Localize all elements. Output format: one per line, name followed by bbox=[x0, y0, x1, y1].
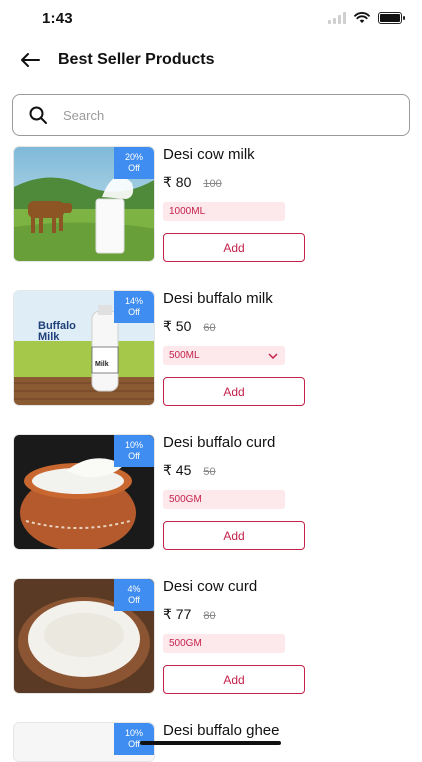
search-icon bbox=[27, 104, 49, 126]
variant-label: 1000ML bbox=[169, 206, 206, 217]
search-input[interactable] bbox=[63, 107, 383, 123]
discount-badge: 10% Off bbox=[114, 435, 154, 467]
product-card[interactable]: 20% Off Desi cow milk ₹ 80 100 1000ML Add bbox=[0, 146, 422, 266]
product-name[interactable]: Desi buffalo ghee bbox=[163, 722, 279, 739]
price-row: ₹ 50 60 bbox=[163, 318, 216, 335]
wifi-icon bbox=[354, 12, 370, 23]
price-row: ₹ 77 80 bbox=[163, 606, 216, 623]
image-caption: Buffalo Milk bbox=[38, 320, 76, 343]
battery-icon bbox=[378, 12, 405, 24]
product-image-buffalo-ghee[interactable]: 10% Off bbox=[13, 722, 155, 762]
signal-icon bbox=[328, 12, 346, 24]
variant-selector[interactable]: 500ML bbox=[163, 346, 285, 365]
original-price: 100 bbox=[203, 178, 222, 190]
product-card[interactable]: 10% Off Desi buffalo ghee bbox=[0, 722, 422, 762]
variant-selector[interactable]: 500GM bbox=[163, 634, 285, 653]
add-button[interactable]: Add bbox=[163, 377, 305, 406]
product-name[interactable]: Desi cow curd bbox=[163, 578, 257, 595]
original-price: 80 bbox=[203, 610, 216, 622]
variant-selector[interactable]: 500GM bbox=[163, 490, 285, 509]
header: Best Seller Products bbox=[0, 42, 422, 80]
chevron-down-icon bbox=[268, 352, 278, 359]
arrow-left-icon bbox=[21, 53, 40, 67]
original-price: 60 bbox=[203, 322, 216, 334]
add-button[interactable]: Add bbox=[163, 521, 305, 550]
price: ₹ 80 bbox=[163, 174, 192, 190]
status-time: 1:43 bbox=[42, 10, 73, 27]
price-row: ₹ 45 50 bbox=[163, 462, 216, 479]
variant-label: 500GM bbox=[169, 494, 202, 505]
add-button[interactable]: Add bbox=[163, 665, 305, 694]
product-image-buffalo-milk[interactable]: Buffalo Milk Milk 14% Off bbox=[13, 290, 155, 406]
product-name[interactable]: Desi buffalo curd bbox=[163, 434, 275, 451]
discount-badge: 20% Off bbox=[114, 147, 154, 179]
add-button[interactable]: Add bbox=[163, 233, 305, 262]
product-image-cow-curd[interactable]: 4% Off bbox=[13, 578, 155, 694]
product-name[interactable]: Desi cow milk bbox=[163, 146, 255, 163]
discount-badge: 14% Off bbox=[114, 291, 154, 323]
product-card[interactable]: 10% Off Desi buffalo curd ₹ 45 50 500GM A… bbox=[0, 434, 422, 554]
status-bar: 1:43 bbox=[0, 0, 422, 38]
price: ₹ 50 bbox=[163, 318, 192, 334]
variant-label: 500ML bbox=[169, 350, 200, 361]
product-image-cow-milk[interactable]: 20% Off bbox=[13, 146, 155, 262]
bottle-label: Milk bbox=[95, 361, 109, 368]
discount-badge: 10% Off bbox=[114, 723, 154, 755]
product-card[interactable]: Buffalo Milk Milk 14% Off Desi buffalo mi… bbox=[0, 290, 422, 410]
product-card[interactable]: 4% Off Desi cow curd ₹ 77 80 500GM Add bbox=[0, 578, 422, 698]
status-icons bbox=[328, 12, 405, 24]
back-button[interactable] bbox=[14, 44, 46, 76]
original-price: 50 bbox=[203, 466, 216, 478]
price-row: ₹ 80 100 bbox=[163, 174, 222, 191]
variant-label: 500GM bbox=[169, 638, 202, 649]
home-indicator bbox=[140, 741, 281, 745]
variant-selector[interactable]: 1000ML bbox=[163, 202, 285, 221]
price: ₹ 77 bbox=[163, 606, 192, 622]
product-name[interactable]: Desi buffalo milk bbox=[163, 290, 273, 307]
product-image-buffalo-curd[interactable]: 10% Off bbox=[13, 434, 155, 550]
search-box[interactable] bbox=[12, 94, 410, 136]
discount-badge: 4% Off bbox=[114, 579, 154, 611]
price: ₹ 45 bbox=[163, 462, 192, 478]
page-title: Best Seller Products bbox=[58, 51, 215, 68]
